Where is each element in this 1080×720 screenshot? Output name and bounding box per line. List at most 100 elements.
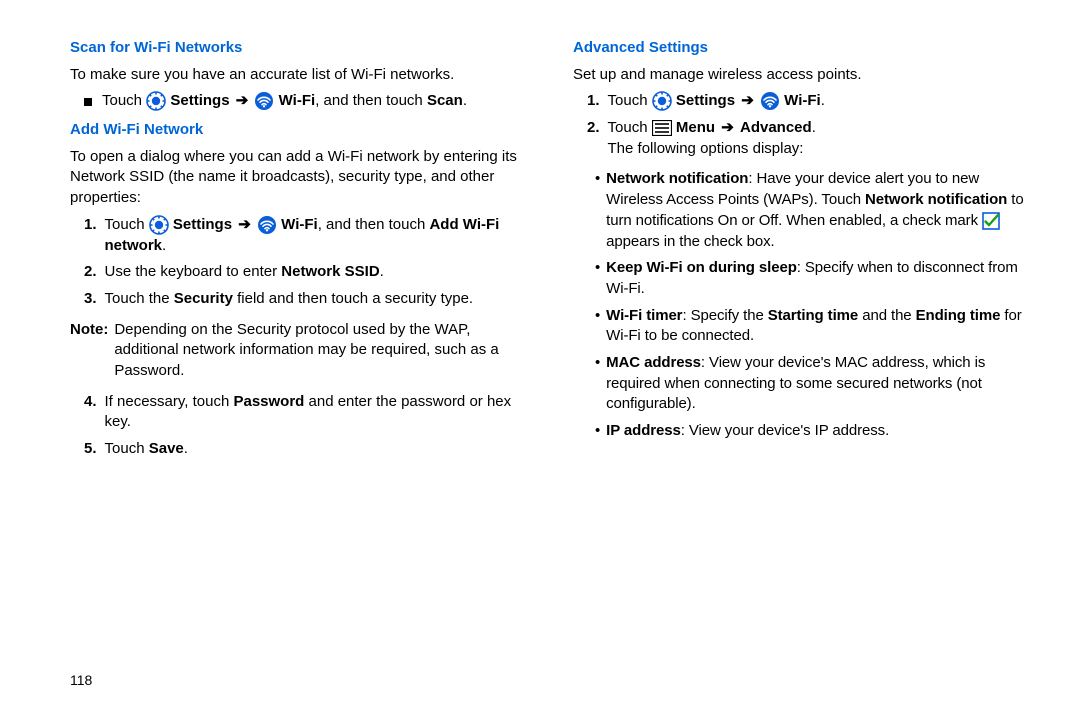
text: . [812,119,816,136]
heading-advanced: Advanced Settings [573,38,1038,59]
text: Touch [105,440,149,457]
step-number: 2. [84,262,97,283]
text: field and then touch a security type. [233,290,473,307]
step-text: Touch the Security field and then touch … [105,289,474,310]
text: The following options display: [608,140,804,157]
step-text: Touch Settings ➔ Wi-Fi. [608,91,825,112]
text: . [380,263,384,280]
label-ssid: Network SSID [281,263,379,280]
label-menu: Menu [676,119,715,136]
text: If necessary, touch [105,393,234,410]
advanced-steps: 1. Touch Settings ➔ Wi-Fi. 2. [587,91,1038,159]
left-column: Scan for Wi-Fi Networks To make sure you… [70,38,535,470]
note-block: Note: Depending on the Security protocol… [70,320,535,382]
right-column: Advanced Settings Set up and manage wire… [573,38,1038,470]
manual-page: Scan for Wi-Fi Networks To make sure you… [0,0,1080,498]
heading-scan-wifi: Scan for Wi-Fi Networks [70,38,535,59]
opt-text: IP address: View your device's IP addres… [606,421,889,442]
step-3: 3. Touch the Security field and then tou… [84,289,535,310]
bullet-icon: • [595,421,600,442]
step-number: 1. [84,215,97,256]
step-number: 1. [587,91,600,112]
wifi-icon [257,215,277,235]
opt-text: MAC address: View your device's MAC addr… [606,353,1038,415]
wifi-icon [254,91,274,111]
text: . [821,92,825,109]
label-settings: Settings [676,92,735,109]
adv-step-1: 1. Touch Settings ➔ Wi-Fi. [587,91,1038,112]
label: Starting time [768,307,858,324]
heading-add-wifi: Add Wi-Fi Network [70,120,535,141]
text: , and then touch [318,216,430,233]
label-wifi: Wi-Fi [281,216,318,233]
label-wifi: Wi-Fi [784,92,821,109]
arrow-icon: ➔ [739,92,756,109]
step-5: 5. Touch Save. [84,439,535,460]
arrow-icon: ➔ [236,216,253,233]
bullet-icon: • [595,353,600,415]
text: Use the keyboard to enter [105,263,282,280]
opt-wifi-timer: • Wi-Fi timer: Specify the Starting time… [595,306,1038,347]
page-number: 118 [70,672,92,688]
step-number: 2. [587,118,600,159]
opt-text: Wi-Fi timer: Specify the Starting time a… [606,306,1038,347]
text: Touch [102,92,146,109]
text: Touch [608,119,652,136]
text: . [463,92,467,109]
checkmark-icon [982,212,1000,230]
step-1: 1. Touch Settings ➔ Wi-Fi, and then touc… [84,215,535,256]
step-number: 4. [84,392,97,433]
label: MAC address [606,354,701,371]
settings-icon [146,91,166,111]
arrow-icon: ➔ [719,119,736,136]
note-text: Depending on the Security protocol used … [114,320,535,382]
square-bullet-icon [84,98,92,106]
step-text: If necessary, touch Password and enter t… [105,392,535,433]
step-text: Touch Settings ➔ Wi-Fi, and then touch A… [105,215,535,256]
opt-keep-wifi-sleep: • Keep Wi-Fi on during sleep: Specify wh… [595,258,1038,299]
label: Wi-Fi timer [606,307,682,324]
label: Network notification [865,191,1007,208]
text: : Specify the [682,307,767,324]
settings-icon [652,91,672,111]
add-lead: To open a dialog where you can add a Wi-… [70,147,535,209]
step-text: Use the keyboard to enter Network SSID. [105,262,384,283]
label-password: Password [233,393,304,410]
text: . [184,440,188,457]
label-settings: Settings [173,216,232,233]
add-steps: 1. Touch Settings ➔ Wi-Fi, and then touc… [84,215,535,310]
step-4: 4. If necessary, touch Password and ente… [84,392,535,433]
text: . [162,237,166,254]
settings-icon [149,215,169,235]
scan-lead: To make sure you have an accurate list o… [70,65,535,86]
advanced-options: • Network notification: Have your device… [595,169,1038,441]
label-scan: Scan [427,92,463,109]
scan-bullet: Touch Settings ➔ Wi-Fi, and then touch S… [84,91,535,112]
advanced-lead: Set up and manage wireless access points… [573,65,1038,86]
label: Ending time [916,307,1001,324]
text: Touch [105,216,149,233]
label-settings: Settings [170,92,229,109]
step-number: 3. [84,289,97,310]
label-advanced: Advanced [740,119,812,136]
scan-bullet-text: Touch Settings ➔ Wi-Fi, and then touch S… [102,91,467,112]
text: , and then touch [315,92,427,109]
opt-mac-address: • MAC address: View your device's MAC ad… [595,353,1038,415]
text: and the [858,307,915,324]
text: Touch [608,92,652,109]
add-steps-cont: 4. If necessary, touch Password and ente… [84,392,535,460]
note-label: Note: [70,320,108,382]
label: Network notification [606,170,748,187]
opt-text: Keep Wi-Fi on during sleep: Specify when… [606,258,1038,299]
step-number: 5. [84,439,97,460]
arrow-icon: ➔ [234,92,251,109]
label: Keep Wi-Fi on during sleep [606,259,797,276]
text: appears in the check box. [606,233,774,250]
wifi-icon [760,91,780,111]
label-wifi: Wi-Fi [279,92,316,109]
label: IP address [606,422,681,439]
text: Touch the [105,290,174,307]
opt-network-notification: • Network notification: Have your device… [595,169,1038,252]
bullet-icon: • [595,169,600,252]
opt-ip-address: • IP address: View your device's IP addr… [595,421,1038,442]
